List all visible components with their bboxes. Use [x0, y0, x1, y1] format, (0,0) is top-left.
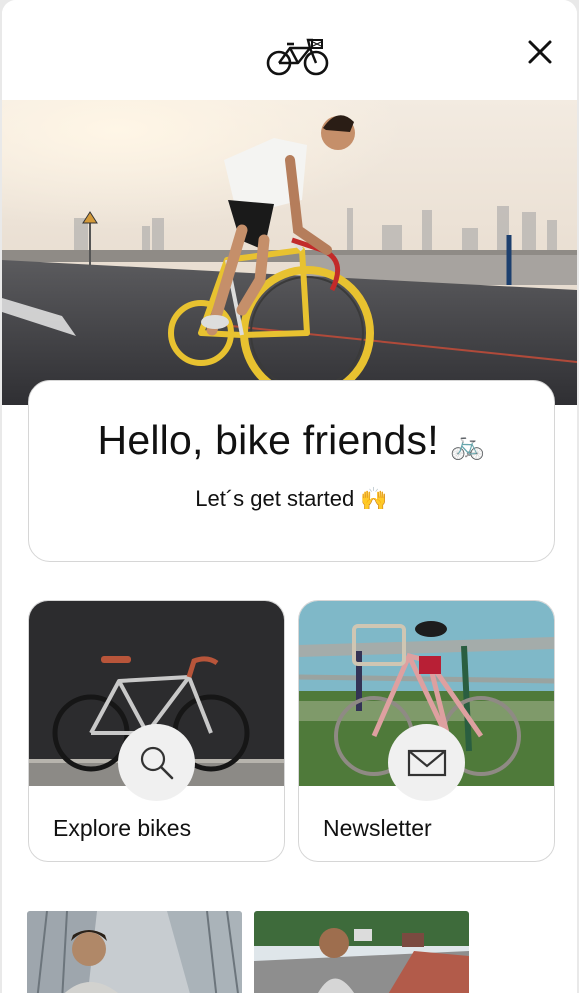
raising-hands-emoji-icon: 🙌	[360, 486, 388, 511]
explore-bikes-tile[interactable]: Explore bikes	[28, 600, 285, 862]
newsletter-tile[interactable]: Newsletter	[298, 600, 555, 862]
mail-icon-circle	[388, 724, 465, 801]
close-icon[interactable]	[524, 36, 556, 68]
portrait-thumbnail[interactable]	[27, 911, 242, 993]
header	[2, 0, 577, 100]
greeting-card: Hello, bike friends! 🚲 Let´s get started…	[28, 380, 555, 562]
greeting-title-text: Hello, bike friends!	[97, 417, 439, 463]
greeting-title: Hello, bike friends! 🚲	[29, 417, 554, 464]
greeting-subtitle-text: Let´s get started	[195, 486, 355, 511]
mail-icon	[407, 749, 446, 776]
bicycle-emoji-icon: 🚲	[450, 429, 486, 460]
bicycle-logo-icon	[266, 38, 329, 76]
runner-thumbnail[interactable]	[254, 911, 469, 993]
greeting-subtitle: Let´s get started 🙌	[29, 486, 554, 512]
search-icon-circle	[118, 724, 195, 801]
newsletter-label: Newsletter	[323, 815, 432, 841]
search-icon	[140, 746, 173, 779]
hero-image	[2, 100, 577, 405]
app-screen: Hello, bike friends! 🚲 Let´s get started…	[2, 0, 577, 993]
explore-bikes-label: Explore bikes	[53, 815, 192, 841]
